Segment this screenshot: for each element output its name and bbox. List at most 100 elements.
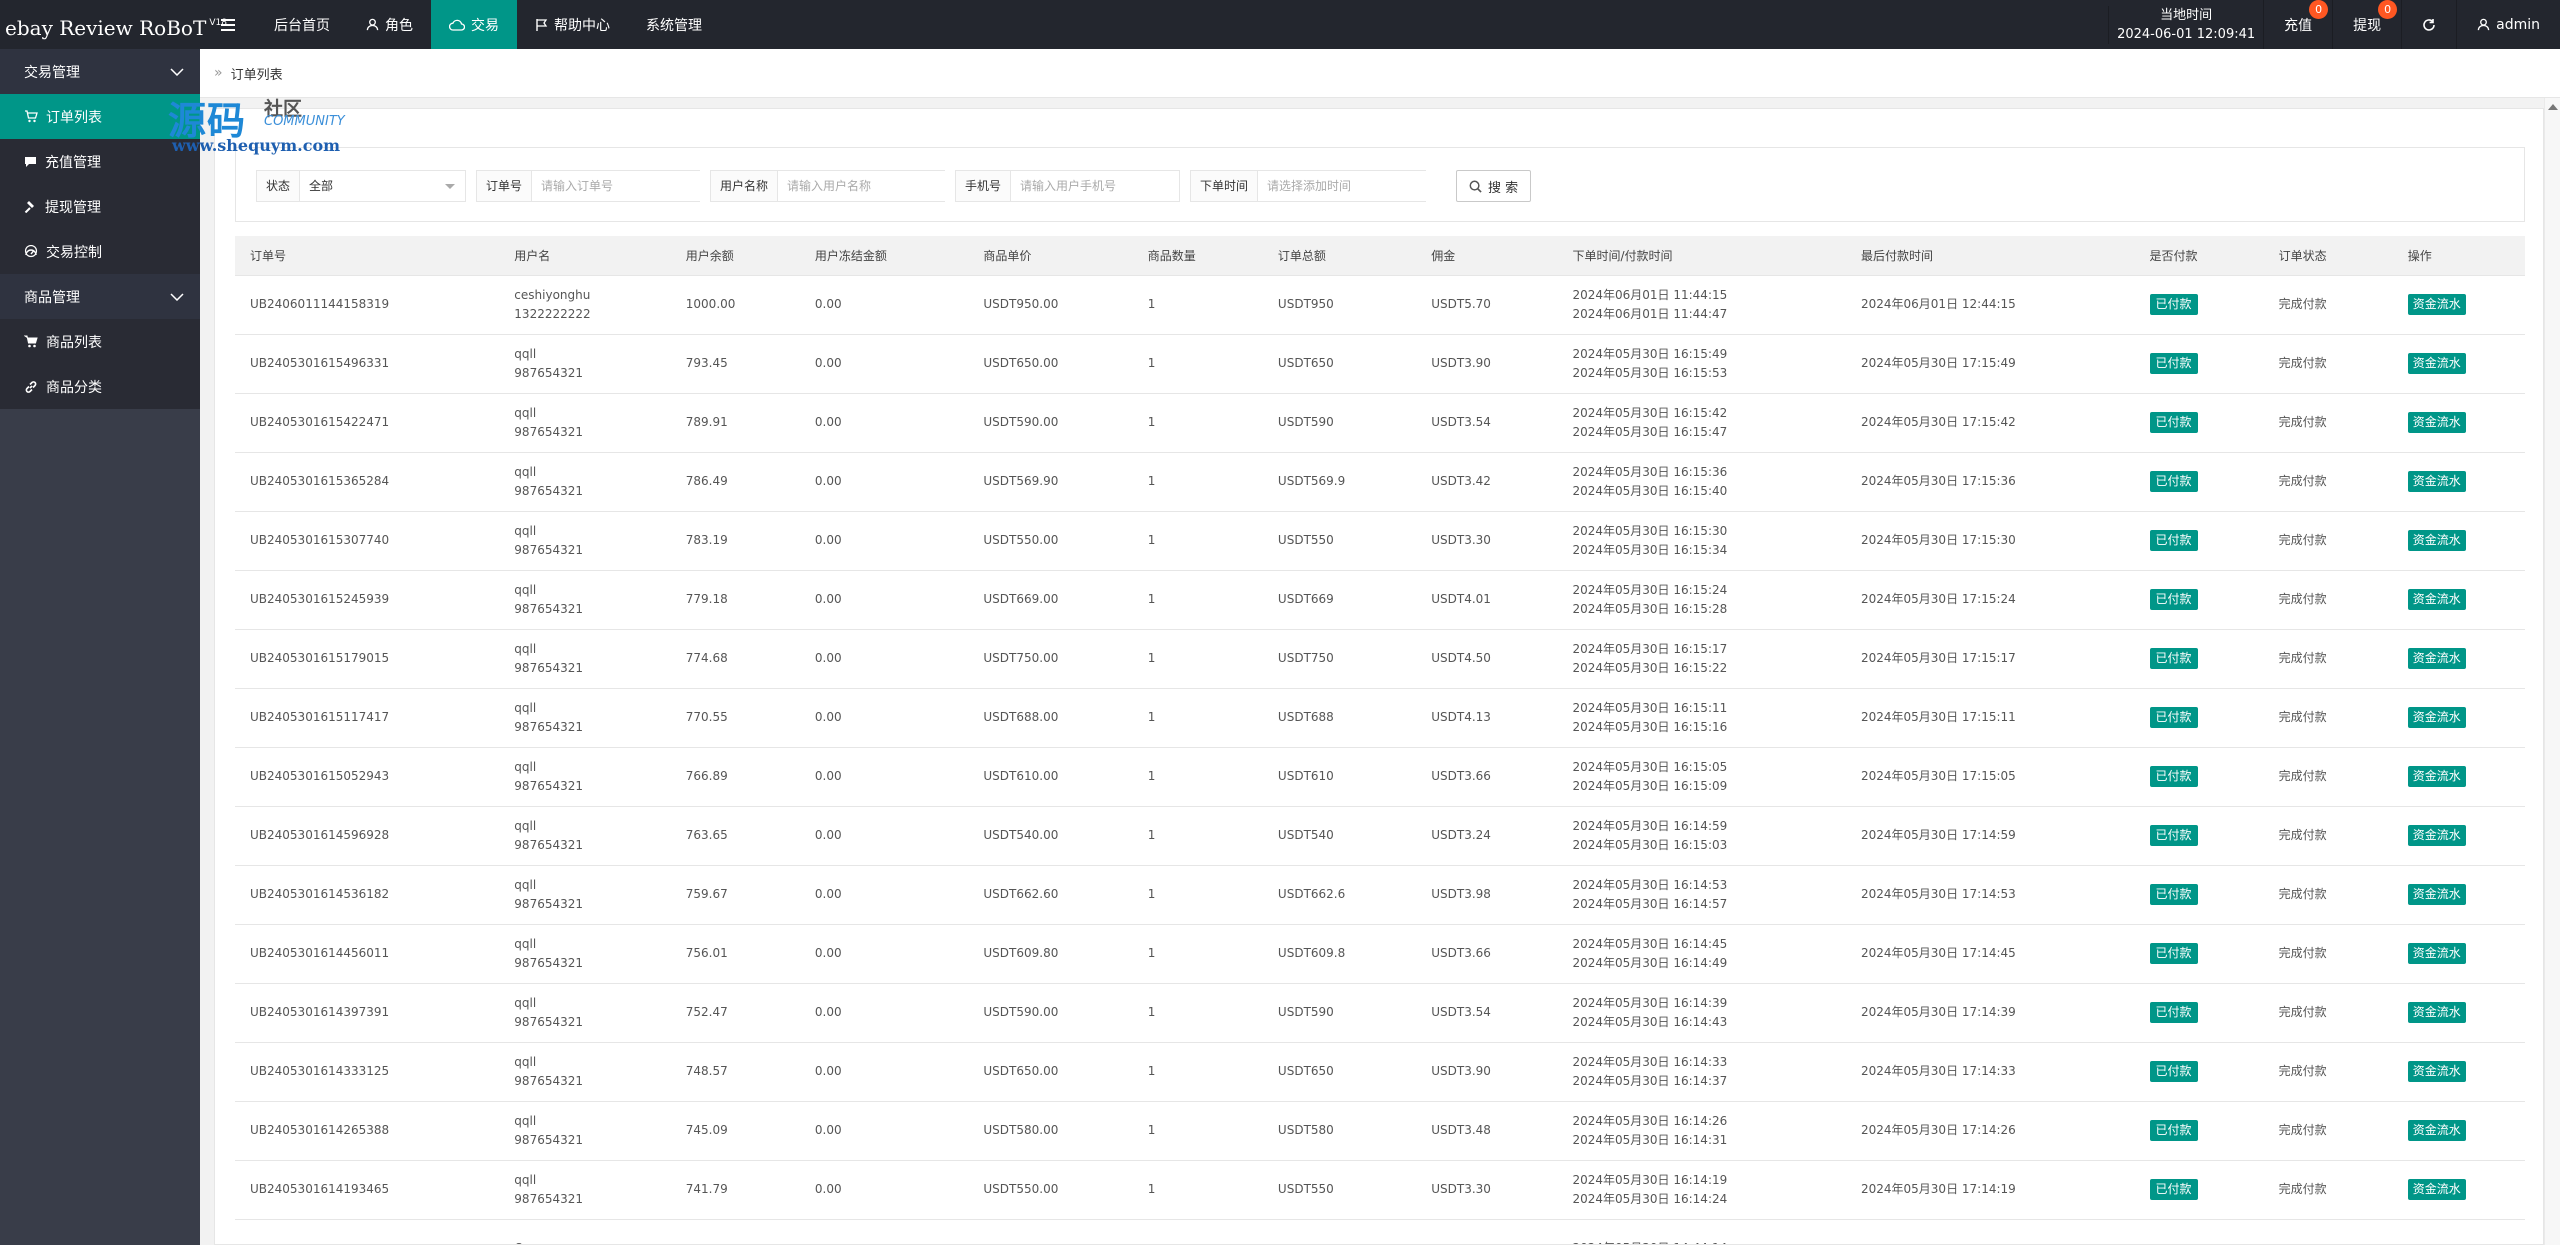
sidebar-item-withdraw[interactable]: 提现管理 (0, 184, 200, 229)
top-header: ebay Review RoBoT V18 后台首页 角色 交易 帮助中心 系统管… (0, 0, 2560, 49)
total-cell: USDT590 (1262, 393, 1417, 453)
frozen-amount: 0.00 (814, 710, 842, 724)
user-menu[interactable]: admin (2456, 0, 2560, 49)
commission-cell: USDT3.48 (1416, 1101, 1558, 1161)
frozen-cell: 0.00 (799, 393, 969, 453)
last-pay-time: 2024年05月30日 17:14:39 (1860, 1005, 2016, 1019)
fund-flow-button[interactable]: 资金流水 (2407, 648, 2466, 669)
search-icon (1469, 180, 1482, 193)
price-cell: USDT569.90 (968, 452, 1133, 512)
unit-price: USDT610.00 (983, 769, 1059, 783)
username-cell: qqll 987654321 (499, 570, 671, 630)
order-total: USDT750 (1277, 651, 1334, 665)
page-scrollbar[interactable] (2544, 98, 2560, 1245)
username-input[interactable] (778, 171, 947, 201)
frozen-cell: 0.00 (799, 747, 969, 807)
fund-flow-button[interactable]: 资金流水 (2407, 884, 2466, 905)
qty-cell: 1 (1132, 629, 1263, 689)
withdraw-button[interactable]: 提现 0 (2332, 0, 2401, 49)
fund-flow-button[interactable]: 资金流水 (2407, 589, 2466, 610)
action-cell: 资金流水 (2392, 865, 2525, 925)
fund-flow-button[interactable]: 资金流水 (2407, 1061, 2466, 1082)
search-button[interactable]: 搜 索 (1456, 170, 1532, 202)
fund-flow-button[interactable]: 资金流水 (2407, 530, 2466, 551)
commission: USDT3.54 (1431, 1005, 1491, 1019)
fund-flow-button[interactable]: 资金流水 (2407, 1120, 2466, 1141)
nav-item-dashboard[interactable]: 后台首页 (256, 0, 348, 49)
order-time-input[interactable] (1258, 171, 1427, 201)
refresh-button[interactable] (2401, 0, 2456, 49)
fund-flow-button[interactable]: 资金流水 (2407, 412, 2466, 433)
paid-badge: 已付款 (2149, 353, 2198, 374)
sidebar-item-orders[interactable]: 订单列表 (0, 94, 200, 139)
column-header: 商品单价 (968, 236, 1133, 276)
fund-flow-button[interactable]: 资金流水 (2407, 825, 2466, 846)
sidebar-item-trade-control[interactable]: 交易控制 (0, 229, 200, 274)
sidebar-item-goods-list[interactable]: 商品列表 (0, 319, 200, 364)
order-total: USDT590 (1277, 1005, 1334, 1019)
user-phone: 987654321 (514, 601, 584, 616)
status-filter-label: 状态 (257, 171, 301, 201)
fund-flow-button[interactable]: 资金流水 (2407, 294, 2466, 315)
order-total: USDT590 (1277, 415, 1334, 429)
fund-flow-button[interactable]: 资金流水 (2407, 471, 2466, 492)
phone-input[interactable] (1011, 171, 1180, 201)
paid-cell (2134, 1219, 2264, 1244)
order-total: USDT669 (1277, 592, 1334, 606)
last-pay-cell: 2024年05月30日 17:15:11 (1845, 688, 2135, 748)
menu-toggle-button[interactable] (200, 0, 256, 49)
last-pay-cell: 2024年05月30日 17:15:42 (1845, 393, 2135, 453)
user-balance: 774.68 (685, 651, 728, 665)
qty-cell: 1 (1132, 393, 1263, 453)
fund-flow-button[interactable]: 资金流水 (2407, 1179, 2466, 1200)
last-pay-time: 2024年05月30日 17:15:42 (1860, 415, 2016, 429)
unit-price: USDT609.80 (983, 946, 1059, 960)
nav-item-help[interactable]: 帮助中心 (517, 0, 628, 49)
order-number: UB2405301615179015 (250, 651, 390, 665)
cart-icon (24, 335, 38, 348)
order-number-input[interactable] (532, 171, 701, 201)
app-logo[interactable]: ebay Review RoBoT V18 (0, 0, 227, 49)
fund-flow-button[interactable]: 资金流水 (2407, 707, 2466, 728)
sidebar-item-goods-category[interactable]: 商品分类 (0, 364, 200, 409)
pay-time: 2024年05月30日 16:15:16 (1572, 719, 1728, 734)
total-cell: USDT688 (1262, 688, 1417, 748)
total-cell: USDT590 (1262, 983, 1417, 1043)
time-cell: 2024年05月30日 16:14:26 2024年05月30日 16:14:31 (1557, 1101, 1846, 1161)
time-cell: 2024年05月30日 16:14:59 2024年05月30日 16:15:03 (1557, 806, 1846, 866)
total-cell: USDT669 (1262, 570, 1417, 630)
user-phone: 987654321 (514, 1073, 584, 1088)
nav-item-roles[interactable]: 角色 (348, 0, 431, 49)
local-time-value: 2024-06-01 12:09:41 (2117, 26, 2256, 42)
user-balance: 756.01 (685, 946, 728, 960)
balance-cell: 763.65 (670, 806, 800, 866)
pay-time: 2024年05月30日 16:15:09 (1572, 778, 1728, 793)
fund-flow-button[interactable]: 资金流水 (2407, 1002, 2466, 1023)
sidebar-group-trade[interactable]: 交易管理 (0, 49, 200, 94)
username-cell: qqll 987654321 (499, 393, 671, 453)
fund-flow-button[interactable]: 资金流水 (2407, 766, 2466, 787)
order-total: USDT950 (1277, 297, 1334, 311)
sidebar-group-goods[interactable]: 商品管理 (0, 274, 200, 319)
sidebar-item-recharge[interactable]: 充值管理 (0, 139, 200, 184)
commission-cell: USDT5.70 (1416, 275, 1558, 335)
fund-flow-button[interactable]: 资金流水 (2407, 943, 2466, 964)
nav-item-system[interactable]: 系统管理 (628, 0, 720, 49)
frozen-amount: 0.00 (814, 651, 842, 665)
price-cell: USDT650.00 (968, 1042, 1133, 1102)
username-filter: 用户名称 (710, 170, 947, 202)
paid-badge: 已付款 (2149, 1179, 2198, 1200)
order-total: USDT662.6 (1277, 887, 1346, 901)
column-header: 商品数量 (1132, 236, 1263, 276)
price-cell: USDT950.00 (968, 275, 1133, 335)
order-number: UB2405301614456011 (250, 946, 390, 960)
withdraw-label: 提现 (2353, 17, 2382, 34)
user-phone: 987654321 (514, 660, 584, 675)
recharge-button[interactable]: 充值 0 (2263, 0, 2332, 49)
quantity: 1 (1147, 828, 1156, 842)
fund-flow-button[interactable]: 资金流水 (2407, 353, 2466, 374)
status-select[interactable]: 全部 (300, 171, 465, 201)
nav-item-trade[interactable]: 交易 (431, 0, 517, 49)
nav-item-label: 系统管理 (646, 17, 702, 34)
order-number-cell: UB2405301614596928 (235, 806, 500, 866)
